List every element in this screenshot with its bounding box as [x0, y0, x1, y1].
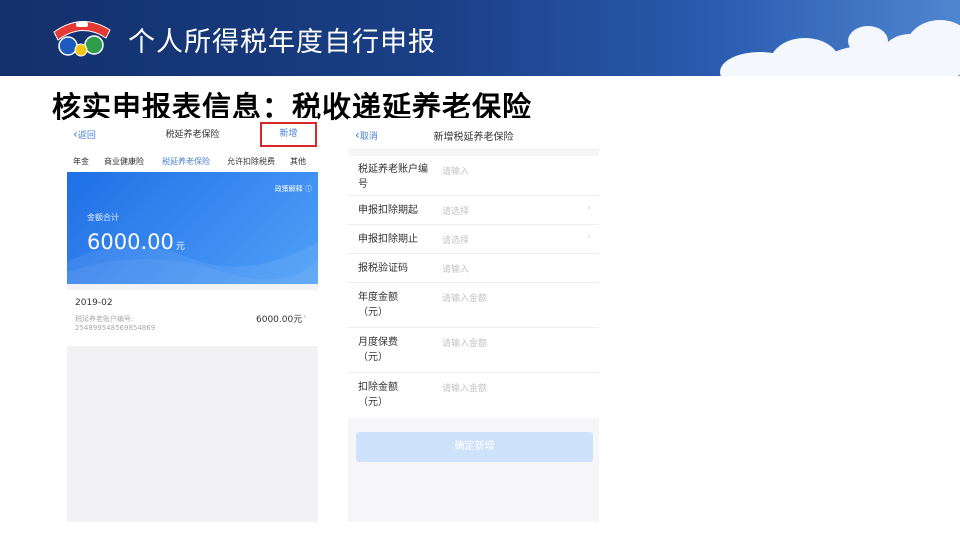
field-account-number[interactable]: 税延养老账户编号 请输入 [348, 156, 599, 196]
field-label: 年度金额（元） [358, 292, 398, 318]
field-start-period[interactable]: 申报扣除期起 请选择 › [348, 196, 599, 225]
nav-bar: ‹取消 新增税延养老保险 [348, 118, 599, 150]
total-amount: 6000.00 元 [87, 230, 185, 254]
field-deduction-amount[interactable]: 扣除金额（元） 请输入金额 [348, 373, 599, 418]
policy-link[interactable]: 政策解释 ⓘ [275, 184, 312, 194]
field-placeholder: 请选择 [442, 236, 470, 246]
total-card: 政策解释 ⓘ 金额合计 6000.00 元 [67, 172, 318, 284]
tab-health-insurance[interactable]: 商业健康险 [104, 156, 144, 167]
list-item[interactable]: 2019-02 税延养老账户编号: 254899548569854869 600… [67, 290, 318, 346]
record-account-label: 税延养老账户编号: [75, 315, 134, 323]
total-label: 金额合计 [87, 213, 119, 222]
confirm-add-button[interactable]: 确定新增 [356, 432, 593, 462]
field-placeholder: 请输入金额 [442, 384, 488, 394]
field-end-period[interactable]: 申报扣除期止 请选择 › [348, 225, 599, 254]
tax-mascot-logo-icon [53, 21, 111, 57]
field-placeholder: 请输入 [442, 167, 470, 177]
form: 税延养老账户编号 请输入 申报扣除期起 请选择 › 申报扣除期止 请选择 › 报… [348, 156, 599, 418]
screen-pension-list: ‹返回 税延养老保险 新增 年金 商业健康险 税延养老保险 允许扣除税费 其他 … [67, 118, 318, 522]
field-verification-code[interactable]: 报税验证码 请输入 [348, 254, 599, 283]
banner-title: 个人所得税年度自行申报 [128, 27, 436, 58]
nav-bar: ‹返回 税延养老保险 新增 [67, 118, 318, 150]
tab-pension-insurance[interactable]: 税延养老保险 [162, 156, 210, 167]
add-button[interactable]: 新增 [260, 122, 317, 147]
nav-title: 新增税延养老保险 [433, 132, 514, 143]
total-amount-value: 6000.00 [87, 230, 174, 254]
field-placeholder: 请输入金额 [442, 294, 488, 304]
field-label: 税延养老账户编号 [358, 164, 428, 190]
tab-annuity[interactable]: 年金 [73, 156, 89, 167]
record-amount: 6000.00元 [256, 315, 303, 325]
tab-deductible-fees[interactable]: 允许扣除税费 [227, 156, 275, 167]
chevron-right-icon: › [587, 203, 591, 213]
field-annual-amount[interactable]: 年度金额（元） 请输入金额 [348, 283, 599, 328]
field-placeholder: 请输入金额 [442, 339, 488, 349]
field-label: 月度保费（元） [358, 337, 398, 363]
chevron-right-icon: › [303, 312, 307, 322]
record-account-number: 254899548569854869 [75, 324, 156, 332]
chevron-right-icon: › [587, 232, 591, 242]
tab-bar: 年金 商业健康险 税延养老保险 允许扣除税费 其他 [67, 150, 318, 172]
slide: 个人所得税年度自行申报 核实申报表信息：税收递延养老保险 ‹返回 税延养老保险 … [0, 0, 960, 540]
field-monthly-premium[interactable]: 月度保费（元） 请输入金额 [348, 328, 599, 373]
record-date: 2019-02 [75, 298, 113, 308]
field-label: 扣除金额（元） [358, 382, 398, 408]
field-label: 申报扣除期起 [358, 205, 418, 216]
field-label: 报税验证码 [358, 263, 408, 274]
header-banner: 个人所得税年度自行申报 [0, 0, 960, 76]
policy-label: 政策解释 [274, 185, 303, 193]
question-icon: ⓘ [305, 185, 312, 193]
field-placeholder: 请输入 [442, 265, 470, 275]
field-placeholder: 请选择 [442, 207, 470, 217]
screen-add-pension: ‹取消 新增税延养老保险 税延养老账户编号 请输入 申报扣除期起 请选择 › 申… [348, 118, 599, 522]
tab-other[interactable]: 其他 [290, 156, 306, 167]
total-unit: 元 [175, 242, 185, 252]
field-label: 申报扣除期止 [358, 234, 418, 245]
